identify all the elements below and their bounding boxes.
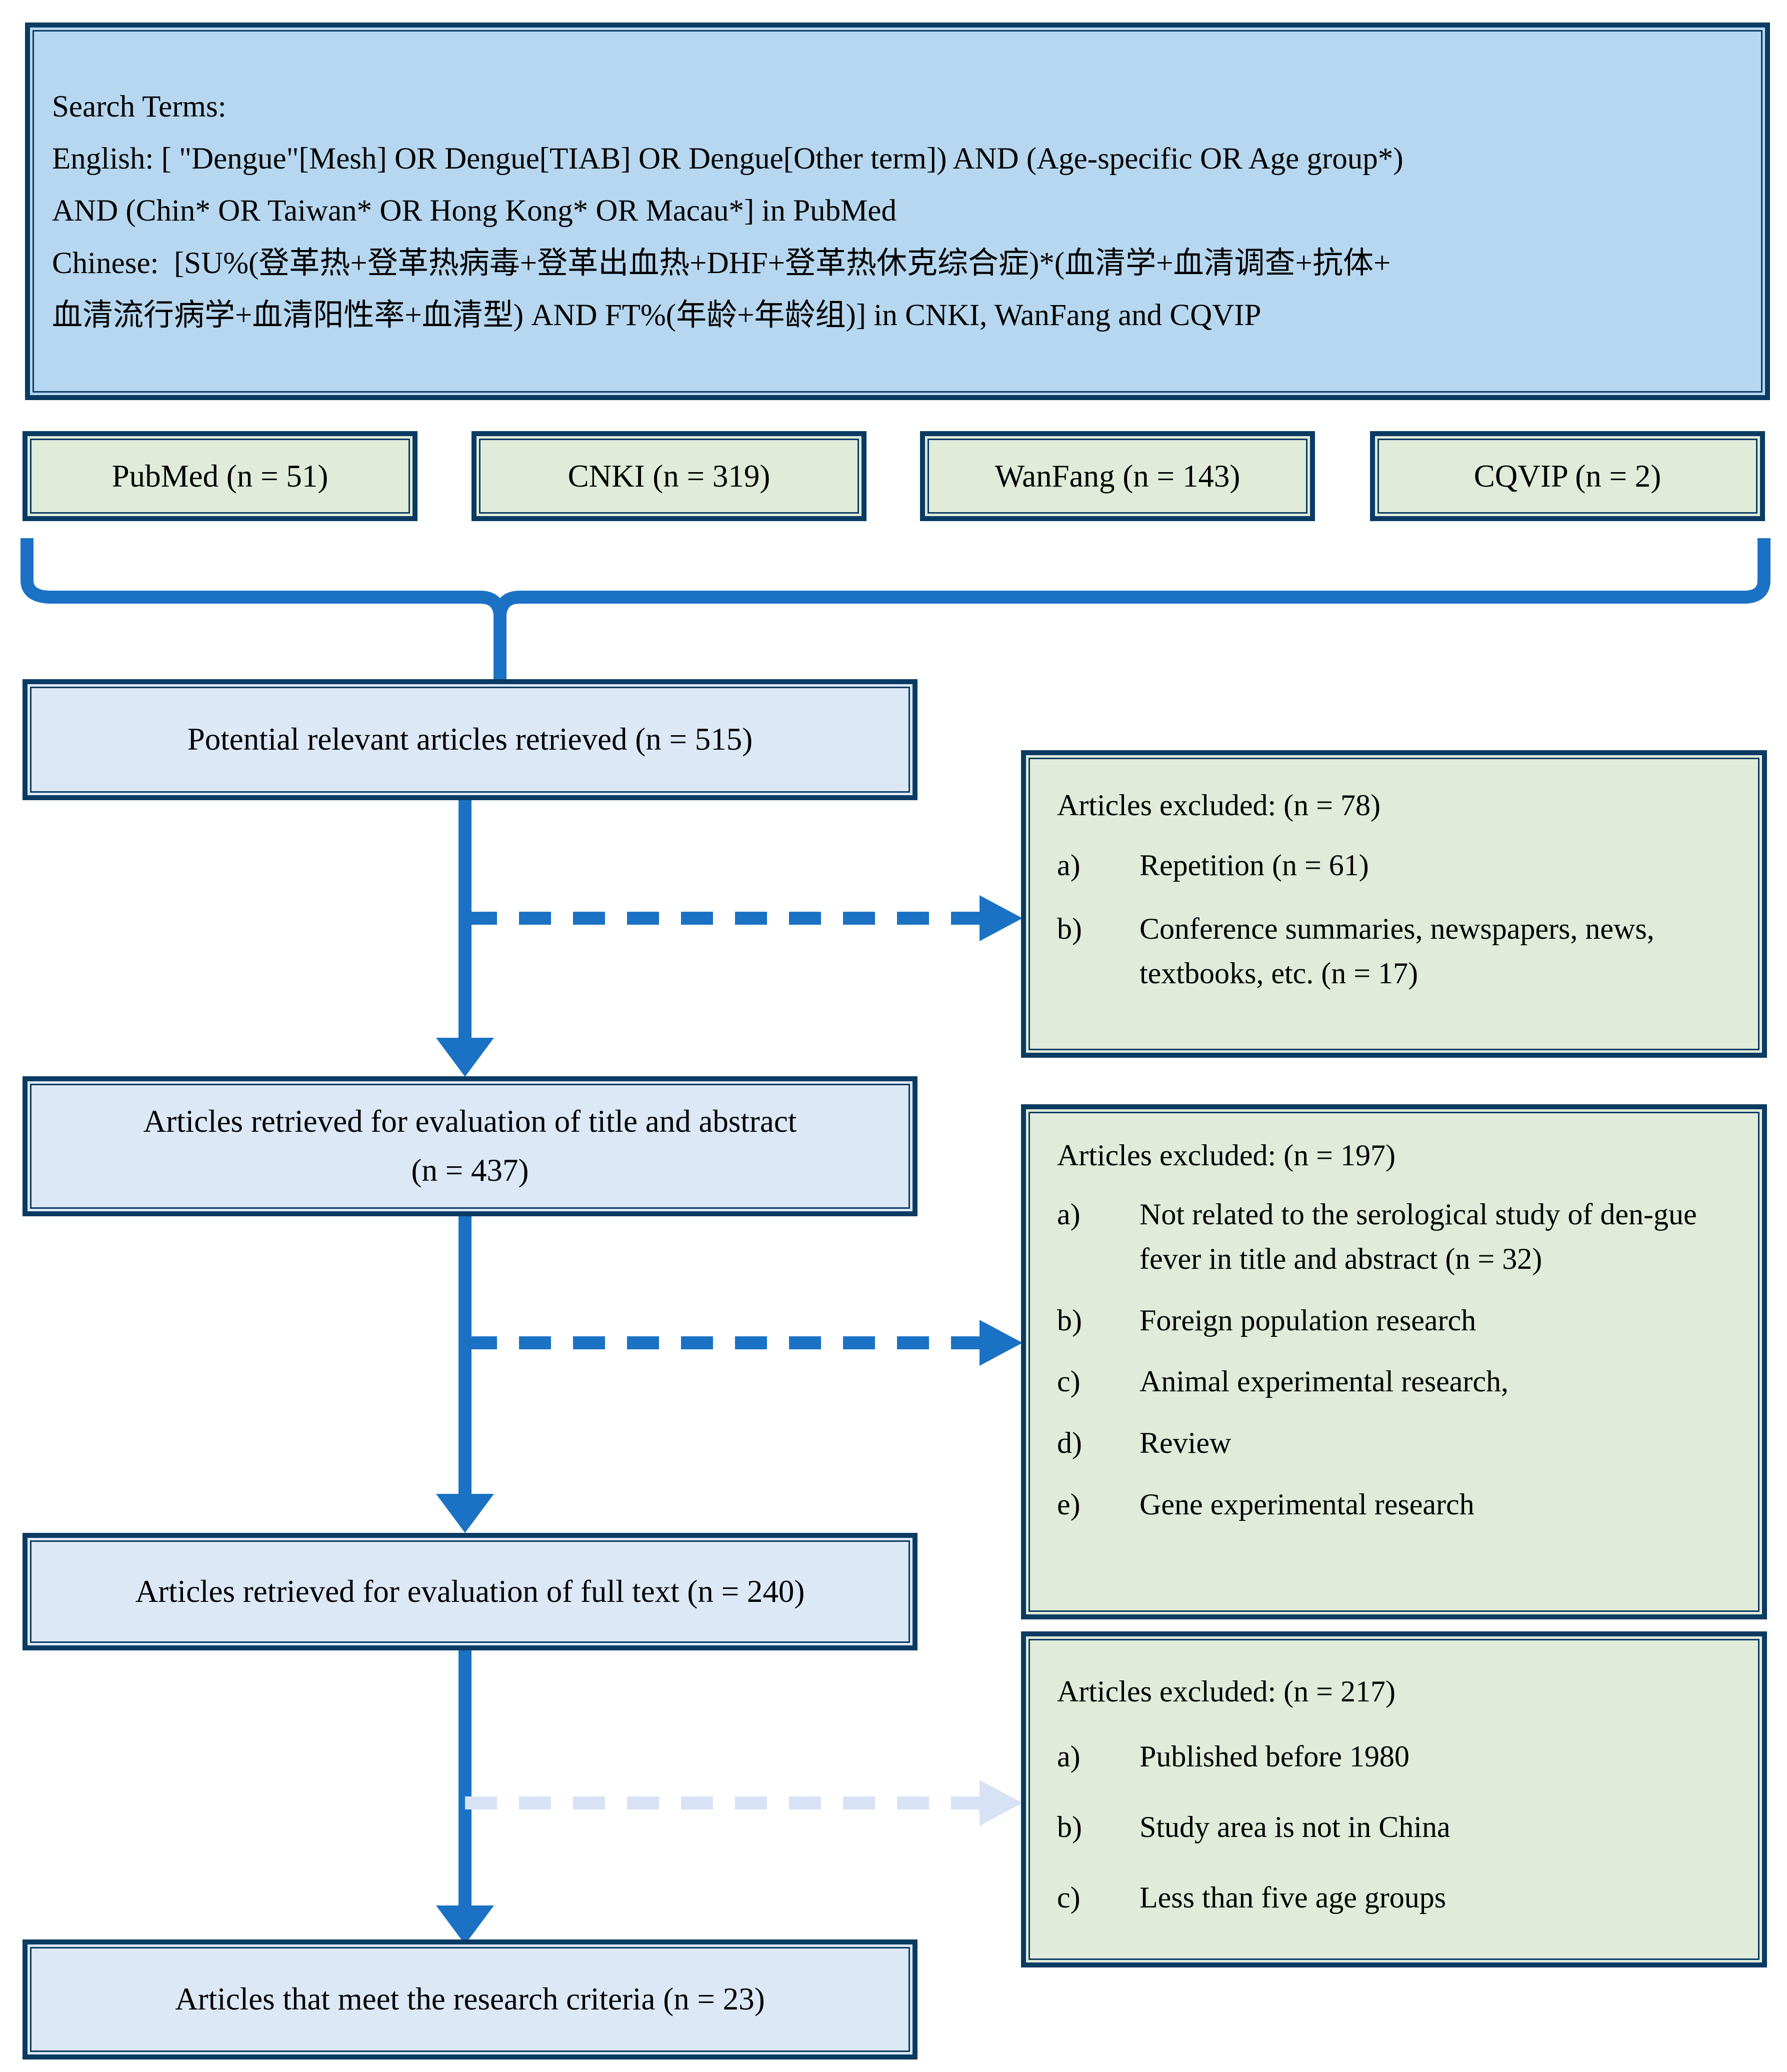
database-label-cqvip: CQVIP (n = 2) [1474, 458, 1662, 494]
exclusion-3-item-c: c) Less than five age groups [1057, 1875, 1742, 1920]
exclusion-2-item-c: c) Animal experimental research, [1057, 1359, 1742, 1404]
search-terms-line-1: English: [ "Dengue"[Mesh] OR Dengue[TIAB… [52, 142, 1404, 176]
dashed-connector-exclusion-1 [465, 895, 1022, 941]
exclusion-3-marker-b: b) [1057, 1810, 1082, 1843]
stage-label-potential-articles: Potential relevant articles retrieved (n… [187, 722, 753, 757]
search-terms-line-4: 血清流行病学+血清阳性率+血清型) AND FT%(年龄+年龄组)] in CN… [52, 298, 1262, 332]
dashed-line-exclusion-2 [465, 1336, 980, 1349]
search-terms-box: Search Terms: English: [ "Dengue"[Mesh] … [25, 23, 1770, 400]
arrowhead-exclusion-2 [980, 1320, 1022, 1366]
dashed-connector-exclusion-2 [465, 1320, 1022, 1366]
exclusion-3-item-a: a) Published before 1980 [1057, 1734, 1742, 1779]
connector-brace-to-stage1 [494, 614, 506, 680]
exclusion-3-item-b: b) Study area is not in China [1057, 1805, 1742, 1849]
exclusion-2-marker-e: e) [1057, 1487, 1080, 1521]
exclusion-2-list: a) Not related to the serological study … [1026, 1192, 1762, 1527]
exclusion-box-1: Articles excluded: (n = 78) a) Repetitio… [1021, 750, 1767, 1058]
exclusion-2-text-e: Gene experimental research [1140, 1487, 1474, 1521]
database-box-wanfang: WanFang (n = 143) [920, 431, 1315, 521]
exclusion-2-marker-a: a) [1057, 1198, 1080, 1231]
stage-box-title-abstract: Articles retrieved for evaluation of tit… [22, 1076, 918, 1216]
exclusion-2-heading: Articles excluded: (n = 197) [1057, 1139, 1396, 1172]
search-terms-content: Search Terms: English: [ "Dengue"[Mesh] … [30, 28, 1765, 395]
exclusion-3-text-a: Published before 1980 [1140, 1740, 1410, 1773]
database-label-cnki: CNKI (n = 319) [568, 458, 770, 494]
stage-box-meet-criteria: Articles that meet the research criteria… [22, 1939, 918, 2059]
exclusion-2-item-a: a) Not related to the serological study … [1057, 1192, 1742, 1281]
exclusion-1-item-b: b) Conference summaries, newspapers, new… [1057, 907, 1742, 996]
exclusion-box-3: Articles excluded: (n = 217) a) Publishe… [1021, 1631, 1767, 1967]
exclusion-3-text-b: Study area is not in China [1140, 1810, 1450, 1843]
stage-box-potential-articles: Potential relevant articles retrieved (n… [22, 679, 918, 800]
database-box-pubmed: PubMed (n = 51) [22, 431, 418, 521]
search-terms-line-3: Chinese: [SU%(登革热+登革热病毒+登革出血热+DHF+登革热休克综… [52, 246, 1391, 280]
exclusion-2-marker-b: b) [1057, 1303, 1082, 1337]
exclusion-2-item-e: e) Gene experimental research [1057, 1482, 1742, 1527]
exclusion-3-marker-a: a) [1057, 1740, 1080, 1773]
merge-brace [20, 538, 1770, 649]
stage-label-title-abstract-line2: (n = 437) [411, 1153, 529, 1188]
exclusion-3-marker-c: c) [1057, 1880, 1080, 1914]
database-box-cnki: CNKI (n = 319) [472, 431, 866, 521]
exclusion-2-item-b: b) Foreign population research [1057, 1298, 1742, 1343]
database-label-wanfang: WanFang (n = 143) [994, 458, 1240, 494]
exclusion-1-text-a: Repetition (n = 61) [1140, 849, 1369, 882]
connector-stage2-to-stage3 [458, 1216, 472, 1494]
exclusion-1-text-b: Conference summaries, newspapers, news, … [1140, 912, 1654, 990]
exclusion-2-text-d: Review [1140, 1426, 1232, 1460]
exclusion-3-text-c: Less than five age groups [1140, 1880, 1446, 1914]
exclusion-2-text-c: Animal experimental research, [1140, 1365, 1508, 1398]
connector-stage3-to-stage4 [458, 1650, 472, 1905]
exclusion-2-text-a: Not related to the serological study of … [1140, 1198, 1697, 1275]
exclusion-2-marker-d: d) [1057, 1426, 1082, 1460]
exclusion-2-text-b: Foreign population research [1140, 1303, 1476, 1337]
stage-label-meet-criteria: Articles that meet the research criteria… [175, 1981, 765, 2017]
exclusion-2-marker-c: c) [1057, 1365, 1080, 1398]
dashed-line-exclusion-1 [465, 912, 980, 925]
exclusion-1-marker-b: b) [1057, 912, 1082, 945]
exclusion-1-item-a: a) Repetition (n = 61) [1057, 843, 1742, 888]
search-terms-title: Search Terms: [52, 90, 226, 124]
stage-box-full-text: Articles retrieved for evaluation of ful… [22, 1533, 918, 1650]
database-box-cqvip: CQVIP (n = 2) [1370, 431, 1765, 521]
dashed-connector-exclusion-3 [465, 1780, 1022, 1826]
exclusion-3-heading: Articles excluded: (n = 217) [1057, 1675, 1396, 1708]
arrowhead-stage3-to-stage4 [436, 1905, 494, 1944]
exclusion-box-2: Articles excluded: (n = 197) a) Not rela… [1021, 1104, 1767, 1619]
exclusion-1-marker-a: a) [1057, 849, 1080, 882]
dashed-line-exclusion-3 [465, 1796, 980, 1809]
search-terms-line-2: AND (Chin* OR Taiwan* OR Hong Kong* OR M… [52, 194, 896, 228]
exclusion-1-heading: Articles excluded: (n = 78) [1057, 789, 1380, 822]
arrowhead-exclusion-3 [980, 1780, 1022, 1826]
stage-label-title-abstract-line1: Articles retrieved for evaluation of tit… [143, 1104, 797, 1139]
exclusion-2-item-d: d) Review [1057, 1421, 1742, 1465]
exclusion-1-list: a) Repetition (n = 61) b) Conference sum… [1026, 843, 1762, 995]
arrowhead-exclusion-1 [980, 895, 1022, 941]
arrowhead-stage1-to-stage2 [436, 1038, 494, 1077]
arrowhead-stage2-to-stage3 [436, 1494, 494, 1533]
database-label-pubmed: PubMed (n = 51) [112, 458, 328, 494]
exclusion-3-list: a) Published before 1980 b) Study area i… [1026, 1734, 1762, 1919]
stage-label-full-text: Articles retrieved for evaluation of ful… [135, 1573, 805, 1609]
